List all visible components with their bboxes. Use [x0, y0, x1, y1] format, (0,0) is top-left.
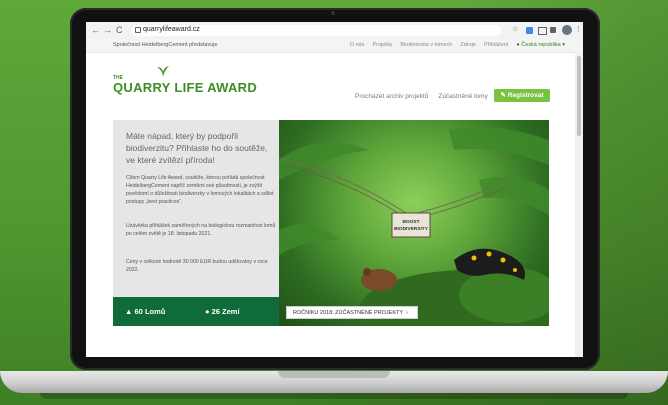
- sign-text-1: BOOST: [402, 219, 419, 225]
- star-icon[interactable]: ☆: [512, 25, 518, 33]
- webcam-icon: [331, 11, 335, 15]
- reload-icon[interactable]: C: [116, 25, 123, 35]
- laptop-shadow: [40, 393, 628, 399]
- language-selector[interactable]: ● Česká republika ▾: [516, 42, 565, 48]
- link-resources[interactable]: Zdroje: [460, 42, 476, 48]
- browser-window: ← → C quarrylifeaward.cz ☆ ⋮ Společnost …: [86, 22, 583, 357]
- puzzle-icon[interactable]: [550, 27, 556, 33]
- hero-title: Máte nápad, který by podpořil biodiverzi…: [126, 131, 268, 165]
- main-nav: Procházet archiv projektů Zúčastněné lom…: [355, 93, 488, 100]
- heidelberg-tagline: Společnost HeidelbergCement představuje: [113, 42, 218, 48]
- nav-project-archive[interactable]: Procházet archiv projektů: [355, 93, 428, 100]
- scrollbar-thumb[interactable]: [577, 56, 581, 136]
- menu-icon[interactable]: ⋮: [575, 25, 582, 33]
- profile-avatar[interactable]: [562, 25, 572, 35]
- laptop-notch: [278, 371, 390, 378]
- hero-paragraph-1: Cílem Quarry Life Award, soutěže, kterou…: [126, 175, 274, 205]
- stat-countries: ● 26 Zemí: [205, 307, 240, 316]
- forward-icon[interactable]: →: [103, 25, 112, 35]
- leaf-logo-icon: [157, 66, 169, 77]
- register-button[interactable]: ✎ Registrovat: [494, 89, 550, 102]
- sign-text-2: BIODIVERSITY: [394, 226, 429, 232]
- site-logo[interactable]: QUARRY LIFE AWARD: [113, 80, 257, 95]
- nav-participating-quarries[interactable]: Zúčastněné lomy: [438, 93, 488, 100]
- hero-image: BOOST BIODIVERSITY: [279, 120, 549, 326]
- link-biodiversity[interactable]: Biodiverzita v lomech: [400, 42, 452, 48]
- link-about[interactable]: O nás: [350, 42, 365, 48]
- top-strip: Společnost HeidelbergCement představuje …: [86, 39, 583, 53]
- browser-toolbar: ← → C quarrylifeaward.cz ☆ ⋮: [86, 22, 583, 40]
- link-login[interactable]: Přihlášení: [484, 42, 508, 48]
- lock-icon: [135, 27, 141, 33]
- projects-2018-button[interactable]: ROČNÍKU 2018: ZÚČASTNĚNÉ PROJEKTY ›: [286, 306, 418, 319]
- back-icon[interactable]: ←: [91, 25, 100, 35]
- stats-bar: ▲ 60 Lomů ● 26 Zemí: [113, 297, 279, 326]
- nature-illustration: BOOST BIODIVERSITY: [279, 126, 549, 326]
- hero-paragraph-2: Uzávěrka přihlášek zaměřených na biologi…: [126, 223, 276, 237]
- stat-quarries: ▲ 60 Lomů: [125, 307, 166, 316]
- address-bar[interactable]: quarrylifeaward.cz: [131, 25, 501, 36]
- extension-icon[interactable]: [526, 27, 533, 34]
- hero-paragraph-3: Ceny v celkové hodnotě 30 000 EUR budou …: [126, 259, 268, 273]
- url-text: quarrylifeaward.cz: [143, 26, 200, 33]
- top-links: O nás Projekty Biodiverzita v lomech Zdr…: [350, 42, 565, 48]
- cast-icon[interactable]: [538, 27, 547, 35]
- link-projects[interactable]: Projekty: [373, 42, 393, 48]
